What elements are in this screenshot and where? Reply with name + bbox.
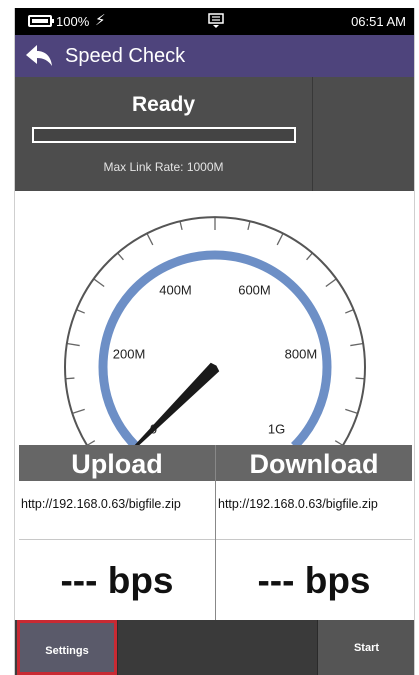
- gauge-tick: [345, 308, 354, 314]
- battery-percent: 100%: [56, 14, 90, 29]
- gauge-tick: [276, 233, 284, 246]
- gauge-tick: [66, 342, 80, 347]
- progress-bar: [32, 127, 296, 143]
- gauge-label: 600M: [238, 282, 271, 297]
- upload-column: Upload http://192.168.0.63/bigfile.zip -…: [19, 445, 216, 622]
- gauge-tick: [93, 278, 105, 287]
- gauge-tick: [345, 408, 358, 414]
- gauge-label: 200M: [113, 346, 146, 361]
- app-screen: 100% ⚡︎ 06:51 AM Speed Check Ready Max L…: [14, 8, 415, 675]
- gauge-tick: [76, 308, 85, 314]
- gauge-label: 800M: [285, 346, 318, 361]
- gauge-tick: [72, 408, 85, 414]
- gauge-tick: [355, 377, 365, 380]
- settings-button[interactable]: Settings: [17, 620, 117, 675]
- upload-header: Upload: [19, 445, 215, 481]
- download-header: Download: [216, 445, 412, 481]
- gauge-label: 400M: [159, 282, 192, 297]
- gauge-tick: [325, 278, 337, 287]
- gauge-tick: [65, 377, 75, 380]
- download-column: Download http://192.168.0.63/bigfile.zip…: [216, 445, 412, 622]
- upload-url: http://192.168.0.63/bigfile.zip: [19, 481, 215, 540]
- battery-icon: [28, 15, 54, 27]
- results-table: Upload http://192.168.0.63/bigfile.zip -…: [19, 445, 412, 622]
- download-url: http://192.168.0.63/bigfile.zip: [216, 481, 412, 540]
- gauge-tick: [306, 252, 313, 261]
- start-button[interactable]: Start: [317, 620, 414, 675]
- notification-tray-icon: [207, 12, 225, 33]
- status-time: 06:51 AM: [351, 14, 406, 29]
- title-bar: Speed Check: [15, 35, 414, 77]
- back-button[interactable]: [20, 38, 58, 74]
- test-state: Ready: [131, 93, 196, 116]
- max-link-rate: Max Link Rate: 1000M: [103, 160, 224, 174]
- page-title: Speed Check: [65, 45, 186, 67]
- speed-gauge: 0200M400M600M800M1G: [15, 191, 414, 475]
- back-arrow-icon: [26, 45, 52, 66]
- status-bar: 100% ⚡︎ 06:51 AM: [15, 8, 414, 35]
- status-main: Ready Max Link Rate: 1000M: [15, 77, 313, 191]
- gauge-svg: 0200M400M600M800M1G: [64, 216, 366, 475]
- download-speed: --- bps: [216, 540, 412, 621]
- gauge-labels: 0200M400M600M800M1G: [113, 282, 317, 436]
- status-panel: Ready Max Link Rate: 1000M: [15, 77, 414, 191]
- upload-speed: --- bps: [19, 540, 215, 621]
- gauge-tick: [117, 252, 124, 261]
- gauge-label: 1G: [268, 422, 285, 437]
- gauge-tick: [350, 342, 364, 347]
- blank-soft-button[interactable]: [117, 620, 318, 675]
- bottom-action-bar: Settings Start: [15, 620, 414, 675]
- gauge-tick: [179, 220, 183, 231]
- status-side-panel: [313, 77, 414, 191]
- gauge-tick: [247, 220, 251, 231]
- lightning-bolt-icon: ⚡︎: [95, 12, 106, 29]
- gauge-tick: [146, 233, 154, 246]
